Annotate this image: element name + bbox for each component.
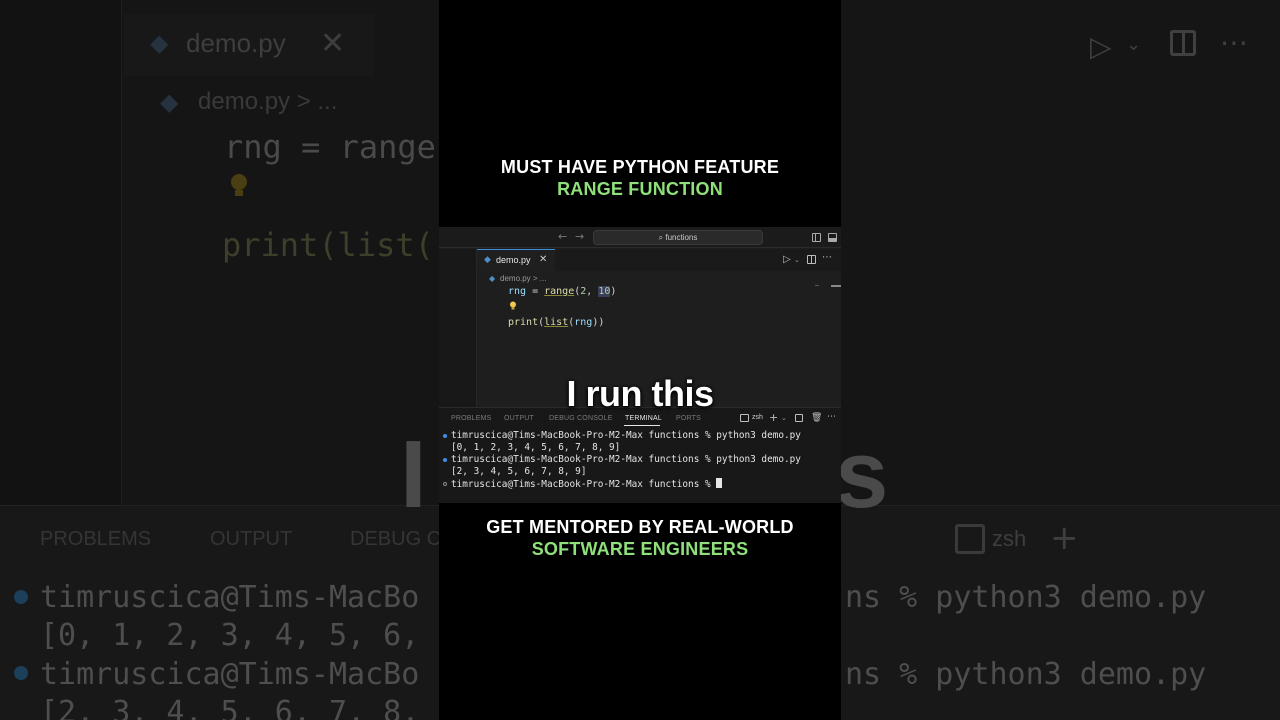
arrow-right-icon[interactable]: → [575,230,584,243]
terminal-cursor [716,478,723,488]
scrollbar[interactable] [831,285,841,287]
shell-label[interactable]: zsh [752,414,763,421]
terminal-dot [443,434,447,438]
code-line-1[interactable]: rng = range(2, 10) [508,286,616,297]
bg-shell-label: zsh [992,526,1027,551]
tab-terminal[interactable]: TERMINAL [625,415,662,422]
terminal-dot [443,482,447,486]
bg-panel-tab: OUTPUT [210,528,293,550]
tab-output[interactable]: OUTPUT [504,415,534,422]
python-icon: ◆ [150,29,169,57]
code-token: 10 [598,286,611,297]
play-icon: ▷ [1090,30,1112,63]
subtitle-caption: I run this [566,373,715,414]
footer-line-2: SOFTWARE ENGINEERS [531,539,749,559]
terminal-icon [955,524,985,554]
code-token: )) [592,317,605,328]
video-frame: MUST HAVE PYTHON FEATURE RANGE FUNCTION … [439,0,841,720]
split-terminal-icon[interactable] [795,414,803,422]
terminal-line: timruscica@Tims-MacBook-Pro-M2-Max funct… [451,454,801,465]
plus-icon: + [1050,518,1079,558]
active-tab-indicator [624,425,660,426]
bg-panel-tab: DEBUG C [350,528,442,550]
breadcrumb[interactable]: demo.py > ... [500,274,546,283]
terminal-line: [0, 1, 2, 3, 4, 5, 6, 7, 8, 9] [451,442,621,453]
arrow-left-icon[interactable]: ← [558,230,567,243]
footer-title: GET MENTORED BY REAL-WORLD SOFTWARE ENGI… [439,516,841,560]
chevron-down-icon[interactable]: ⌄ [781,414,787,422]
code-token: print [508,317,539,328]
header-line-2: RANGE FUNCTION [557,179,723,199]
code-token: rng [508,286,527,297]
tab-label: demo.py [496,255,531,265]
tab-problems[interactable]: PROBLEMS [451,415,492,422]
lightbulb-icon[interactable] [509,301,517,311]
code-token: rng [574,317,593,328]
title-bar: ← → ⌕ functions [439,227,841,248]
minimap [815,285,819,286]
bg-panel-tab: PROBLEMS [40,528,152,550]
terminal-icon[interactable] [740,414,749,422]
code-line-2[interactable]: print(list(rng)) [508,317,604,328]
python-icon: ◆ [484,255,491,265]
terminal-line: timruscica@Tims-MacBook-Pro-M2-Max funct… [451,430,801,441]
bg-breadcrumb: demo.py > ... [198,88,338,115]
code-token: = [526,286,545,297]
vscode-window: ← → ⌕ functions ◆ demo.py ✕ ▷ ⌄ ⋯ ◆ demo… [439,227,841,503]
tab-demo-py[interactable]: ◆ demo.py ✕ [477,249,555,271]
chevron-down-icon: ⌄ [1126,34,1142,55]
close-icon: ✕ [320,26,346,61]
code-token: ) [610,286,617,297]
bg-terminal-line: timruscica@Tims-MacBo [40,580,420,615]
terminal-prompt[interactable]: timruscica@Tims-MacBook-Pro-M2-Max funct… [451,478,723,490]
search-icon: ⌕ [658,233,664,242]
more-icon: ⋯ [1220,26,1250,59]
split-editor-icon[interactable] [807,255,816,264]
python-icon: ◆ [160,88,179,116]
code-token: range [544,286,575,297]
terminal-dot [14,666,28,680]
bg-code-line-1: rng = range [224,128,436,166]
bg-terminal-line: ns % python3 demo.py [845,657,1207,692]
bg-caption-letter: s [835,421,889,528]
play-icon[interactable]: ▷ [783,254,791,265]
terminal-dot [14,590,28,604]
bg-caption-letter: I [400,421,427,528]
search-label: functions [665,233,698,242]
code-token: , [586,286,599,297]
bottom-panel: PROBLEMS OUTPUT DEBUG CONSOLE TERMINAL P… [439,407,841,503]
search-box[interactable]: ⌕ functions [593,230,763,245]
split-editor-icon [1170,30,1196,56]
bg-terminal-line: timruscica@Tims-MacBo [40,657,420,692]
code-token: list [544,317,569,328]
terminal-line: [2, 3, 4, 5, 6, 7, 8, 9] [451,466,587,477]
bg-terminal-line: [0, 1, 2, 3, 4, 5, 6, [40,618,420,653]
python-icon: ◆ [489,274,496,283]
terminal-dot [443,458,447,462]
toggle-panel-icon[interactable] [828,233,837,242]
terminal-prompt-text: timruscica@Tims-MacBook-Pro-M2-Max funct… [451,479,717,490]
header-title: MUST HAVE PYTHON FEATURE RANGE FUNCTION [439,156,841,200]
bg-gutter [0,0,122,505]
chevron-down-icon[interactable]: ⌄ [794,256,800,264]
bg-code-line-2: print(list( [222,226,434,264]
close-icon[interactable]: ✕ [539,254,547,265]
bg-tab-label: demo.py [186,28,286,58]
header-line-1: MUST HAVE PYTHON FEATURE [500,157,780,177]
tab-debug-console[interactable]: DEBUG CONSOLE [549,415,613,422]
toggle-sidebar-icon[interactable] [812,233,821,242]
more-icon[interactable]: ⋯ [822,252,833,263]
footer-line-1: GET MENTORED BY REAL-WORLD [486,517,794,537]
bg-terminal-line: [2, 3, 4, 5, 6, 7, 8, [40,695,420,720]
tab-ports[interactable]: PORTS [676,415,701,422]
lightbulb-icon [231,174,247,196]
bg-terminal-line: ns % python3 demo.py [845,580,1207,615]
